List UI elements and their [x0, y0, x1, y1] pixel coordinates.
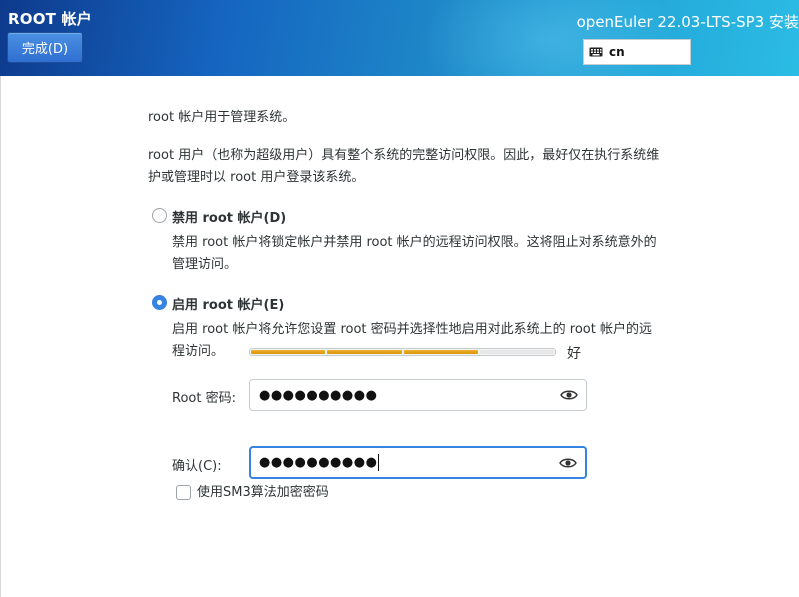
reveal-password-icon[interactable]: [560, 388, 578, 402]
disable-root-label[interactable]: 禁用 root 帐户(D): [172, 207, 286, 226]
strength-segment: [251, 350, 326, 354]
root-password-input[interactable]: ●●●●●●●●●●: [249, 379, 587, 411]
reveal-confirm-icon[interactable]: [559, 456, 577, 470]
password-strength-meter: [249, 348, 556, 356]
sm3-label[interactable]: 使用SM3算法加密密码: [197, 482, 329, 504]
keyboard-layout-indicator[interactable]: cn: [583, 39, 691, 65]
enable-root-label[interactable]: 启用 root 帐户(E): [172, 294, 284, 313]
disable-root-radio[interactable]: [152, 208, 167, 223]
intro-detail-line2: 护或管理时以 root 用户登录该系统。: [148, 170, 365, 185]
confirm-password-input[interactable]: ●●●●●●●●●●: [249, 446, 587, 479]
keyboard-icon: [589, 47, 603, 57]
page-title: ROOT 帐户: [8, 10, 92, 28]
enable-root-radio[interactable]: [152, 295, 167, 310]
root-password-label: Root 密码:: [172, 391, 236, 406]
header-bar: ROOT 帐户 完成(D) openEuler 22.03-LTS-SP3 安装…: [0, 0, 799, 76]
strength-segment: [403, 350, 478, 354]
intro-detail-line1: root 用户（也称为超级用户）具有整个系统的完整访问权限。因此，最好仅在执行系…: [148, 148, 660, 163]
strength-segment: [327, 350, 402, 354]
product-title: openEuler 22.03-LTS-SP3 安装: [576, 13, 799, 31]
disable-root-desc-line2: 管理访问。: [172, 257, 238, 272]
root-password-value: ●●●●●●●●●●: [259, 387, 378, 403]
password-strength-text: 好: [567, 346, 581, 362]
enable-root-desc-line2: 程访问。: [172, 344, 225, 359]
done-button[interactable]: 完成(D): [7, 32, 83, 63]
confirm-password-label: 确认(C):: [172, 459, 222, 474]
disable-root-desc-line1: 禁用 root 帐户将锁定帐户并禁用 root 帐户的远程访问权限。这将阻止对系…: [172, 235, 657, 250]
sm3-checkbox[interactable]: [176, 485, 191, 500]
confirm-password-value: ●●●●●●●●●●: [259, 455, 378, 470]
strength-segment: [479, 350, 554, 354]
text-cursor: [378, 454, 380, 471]
enable-root-desc-line1: 启用 root 帐户将允许您设置 root 密码并选择性地启用对此系统上的 ro…: [172, 322, 652, 337]
keyboard-layout-label: cn: [609, 45, 625, 59]
intro-text: root 帐户用于管理系统。: [148, 110, 296, 125]
